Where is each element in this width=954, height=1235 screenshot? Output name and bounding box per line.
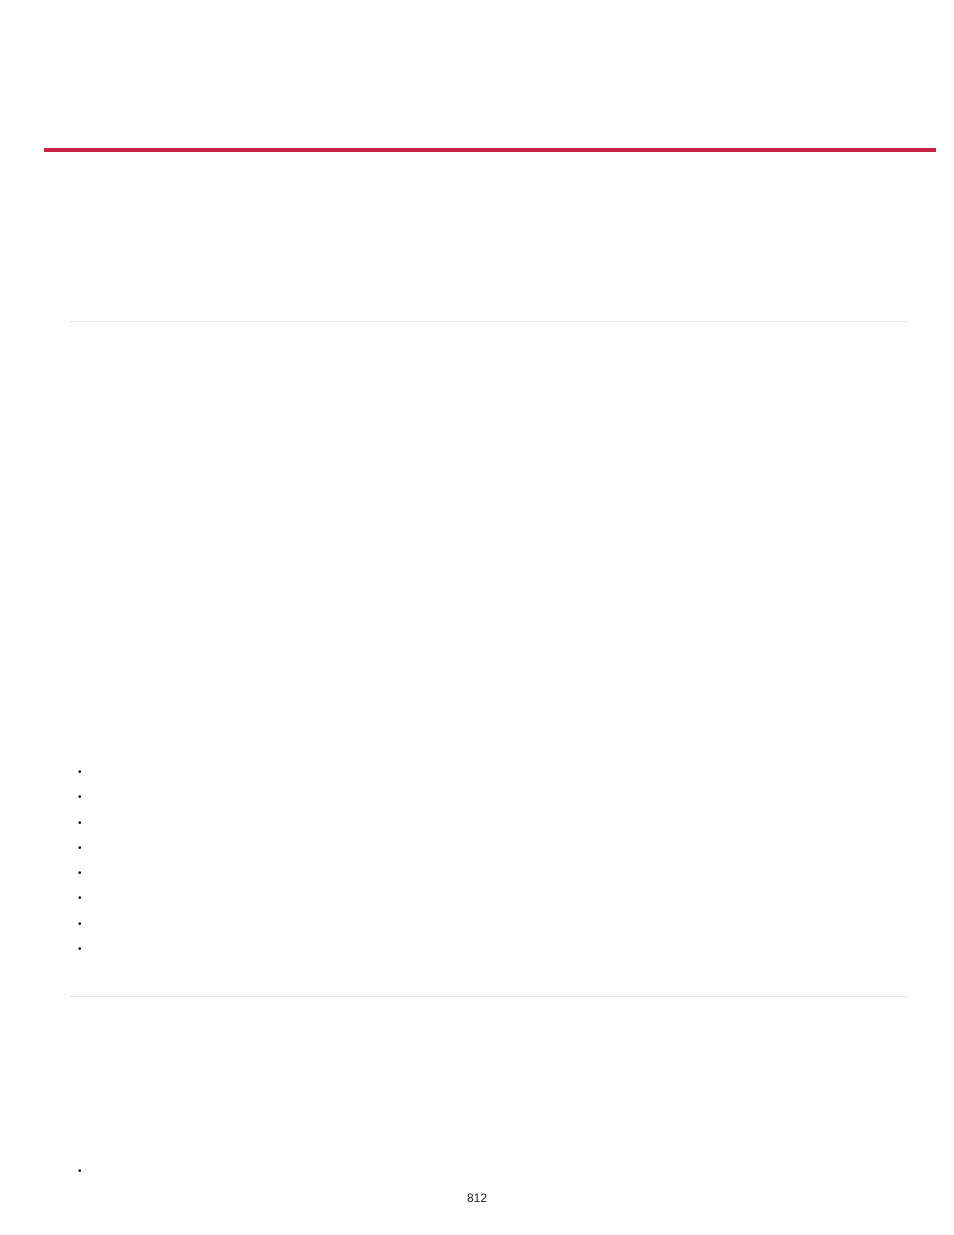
list-item — [78, 861, 82, 886]
list-item — [78, 1159, 82, 1184]
bullet-list-2 — [78, 1159, 82, 1184]
list-item — [78, 937, 82, 962]
list-item — [78, 886, 82, 911]
section-divider-1 — [70, 321, 908, 322]
list-item — [78, 785, 82, 810]
list-item — [78, 836, 82, 861]
bullet-list-1 — [78, 760, 82, 962]
section-divider-2 — [70, 996, 908, 997]
list-item — [78, 811, 82, 836]
top-horizontal-rule — [44, 148, 936, 152]
list-item — [78, 912, 82, 937]
page-number: 812 — [0, 1191, 954, 1205]
list-item — [78, 760, 82, 785]
